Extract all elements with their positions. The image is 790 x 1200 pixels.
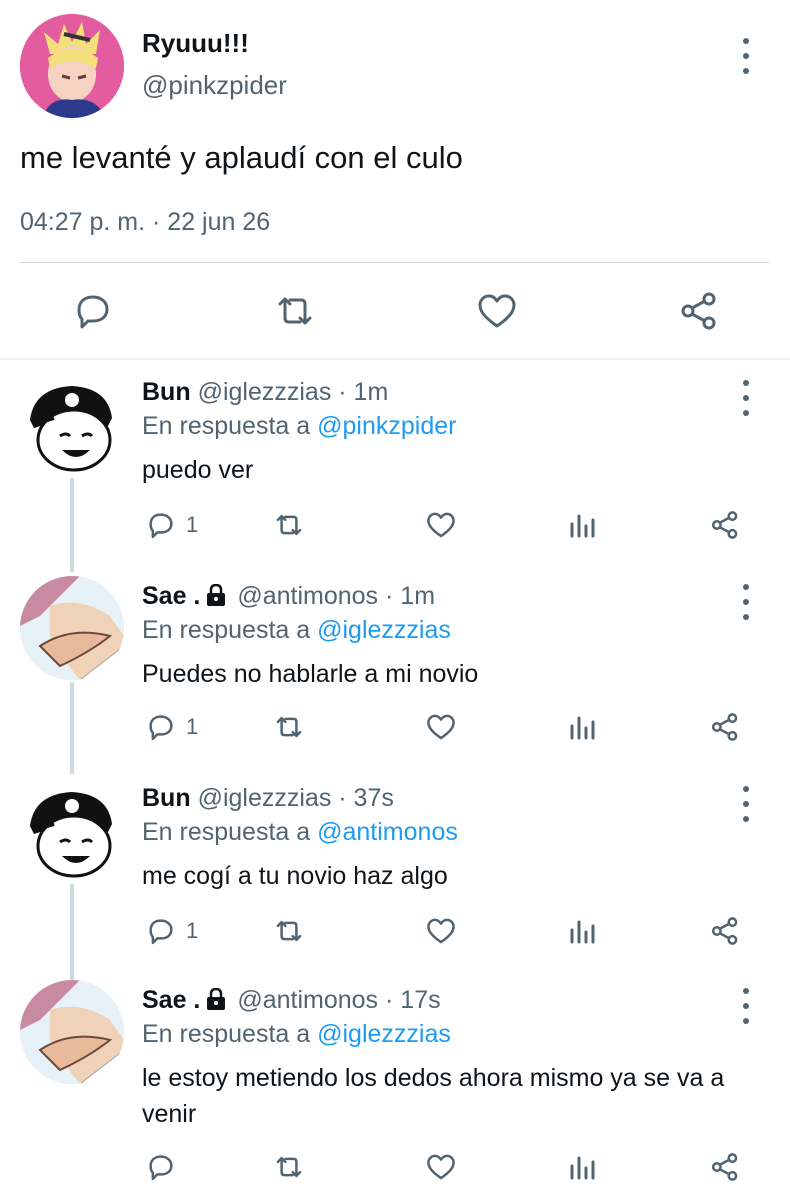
avatar[interactable] (20, 980, 124, 1084)
like-icon[interactable] (424, 914, 458, 948)
reply-icon[interactable] (70, 288, 116, 334)
display-name[interactable]: Ryuuu!!! (142, 28, 249, 59)
reply-button[interactable]: 1 (144, 710, 198, 744)
share-icon[interactable] (676, 288, 722, 334)
reply-header: Bun @iglezzzias · 37s (142, 784, 394, 813)
reply-time[interactable]: · 17s (385, 986, 441, 1014)
share-icon[interactable] (708, 914, 742, 948)
display-name[interactable]: Bun (142, 378, 191, 406)
like-icon[interactable] (424, 508, 458, 542)
avatar[interactable] (20, 780, 124, 884)
divider (20, 262, 770, 263)
reply-button[interactable]: 1 (144, 914, 198, 948)
user-handle[interactable]: @iglezzzias (198, 784, 332, 812)
user-handle[interactable]: @antimonos (237, 582, 378, 610)
reply-context: En respuesta a @pinkzpider (142, 412, 456, 441)
reply-prefix: En respuesta a (142, 1020, 311, 1048)
reply-actions: 1 (142, 914, 772, 948)
reply-count: 1 (186, 714, 199, 739)
reply-tweet[interactable]: Sae . @antimonos · 1m En respuesta a @ig… (0, 566, 790, 770)
more-vertical-icon[interactable] (736, 786, 756, 822)
reply-tweet[interactable]: Bun @iglezzzias · 1m En respuesta a @pin… (0, 362, 790, 566)
reply-context: En respuesta a @iglezzzias (142, 616, 451, 645)
display-name[interactable]: Bun (142, 784, 191, 812)
mention-link[interactable]: @antimonos (317, 818, 458, 846)
reply-header: Sae . @antimonos · 1m (142, 582, 435, 611)
more-vertical-icon[interactable] (736, 38, 756, 74)
reply-actions: 1 (142, 508, 772, 542)
avatar[interactable] (20, 576, 124, 680)
retweet-icon[interactable] (272, 508, 306, 542)
analytics-icon[interactable] (566, 710, 600, 744)
mention-link[interactable]: @iglezzzias (317, 616, 451, 644)
avatar[interactable] (20, 14, 124, 118)
reply-tweet[interactable]: Bun @iglezzzias · 37s En respuesta a @an… (0, 768, 790, 972)
tweet-text: me levanté y aplaudí con el culo (20, 140, 463, 175)
retweet-icon[interactable] (272, 710, 306, 744)
lock-icon (207, 584, 226, 606)
lock-icon (207, 988, 226, 1010)
share-icon[interactable] (708, 1150, 742, 1184)
retweet-icon[interactable] (272, 288, 318, 334)
tweet-actions (0, 288, 790, 334)
tweet-timestamp[interactable]: 04:27 p. m. · 22 jun 26 (20, 208, 270, 237)
reply-button[interactable]: 1 (144, 508, 198, 542)
reply-time[interactable]: · 1m (338, 378, 388, 406)
reply-context: En respuesta a @iglezzzias (142, 1020, 451, 1049)
reply-time[interactable]: · 37s (338, 784, 394, 812)
reply-prefix: En respuesta a (142, 818, 311, 846)
reply-header: Bun @iglezzzias · 1m (142, 378, 388, 407)
retweet-icon[interactable] (272, 1150, 306, 1184)
reply-button[interactable] (144, 1150, 186, 1184)
like-icon[interactable] (424, 1150, 458, 1184)
reply-prefix: En respuesta a (142, 616, 311, 644)
reply-actions: 1 (142, 710, 772, 744)
reply-text: le estoy metiendo los dedos ahora mismo … (142, 1064, 725, 1128)
display-name[interactable]: Sae . (142, 582, 200, 610)
user-handle[interactable]: @pinkzpider (142, 70, 287, 101)
reply-header: Sae . @antimonos · 17s (142, 986, 441, 1015)
user-handle[interactable]: @antimonos (237, 986, 378, 1014)
like-icon[interactable] (474, 288, 520, 334)
like-icon[interactable] (424, 710, 458, 744)
reply-tweet[interactable]: Sae . @antimonos · 17s En respuesta a @i… (0, 972, 790, 1200)
share-icon[interactable] (708, 710, 742, 744)
main-tweet: Ryuuu!!! @pinkzpider me levanté y aplaud… (0, 0, 790, 362)
avatar[interactable] (20, 374, 124, 478)
reply-context: En respuesta a @antimonos (142, 818, 458, 847)
analytics-icon[interactable] (566, 914, 600, 948)
more-vertical-icon[interactable] (736, 380, 756, 416)
reply-count: 1 (186, 512, 199, 537)
reply-text: me cogí a tu novio haz algo (142, 862, 448, 890)
retweet-icon[interactable] (272, 914, 306, 948)
more-vertical-icon[interactable] (736, 584, 756, 620)
reply-count: 1 (186, 918, 199, 943)
mention-link[interactable]: @iglezzzias (317, 1020, 451, 1048)
analytics-icon[interactable] (566, 508, 600, 542)
share-icon[interactable] (708, 508, 742, 542)
reply-text: puedo ver (142, 456, 254, 484)
section-separator (0, 358, 790, 360)
reply-actions (142, 1150, 772, 1184)
reply-time[interactable]: · 1m (385, 582, 435, 610)
reply-prefix: En respuesta a (142, 412, 311, 440)
mention-link[interactable]: @pinkzpider (317, 412, 456, 440)
reply-text: Puedes no hablarle a mi novio (142, 660, 479, 688)
more-vertical-icon[interactable] (736, 988, 756, 1024)
user-handle[interactable]: @iglezzzias (198, 378, 332, 406)
display-name[interactable]: Sae . (142, 986, 200, 1014)
analytics-icon[interactable] (566, 1150, 600, 1184)
